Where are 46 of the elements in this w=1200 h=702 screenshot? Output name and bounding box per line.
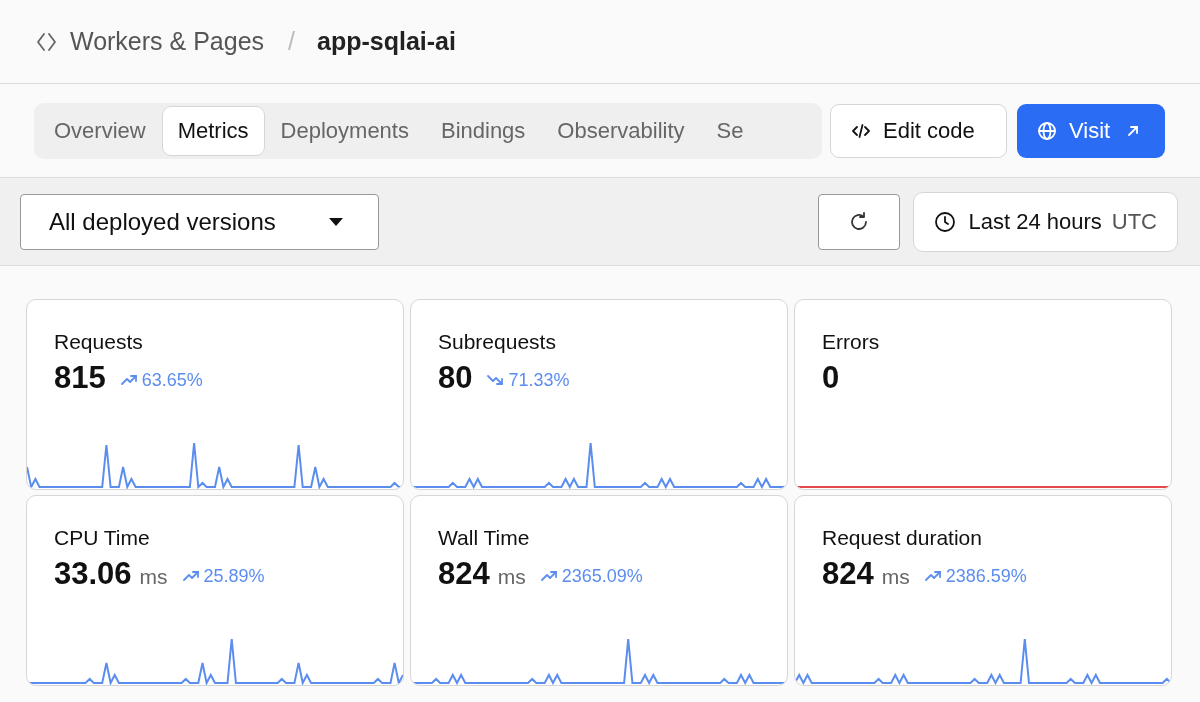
external-link-icon: [1126, 123, 1141, 138]
metric-value: 824: [822, 556, 874, 592]
breadcrumb-separator: /: [288, 27, 295, 56]
trend-up-icon: [181, 568, 200, 584]
metric-value: 824: [438, 556, 490, 592]
tab[interactable]: Deployments: [264, 105, 425, 156]
metric-title: Subrequests: [438, 330, 557, 354]
clock-icon: [934, 210, 957, 233]
refresh-button[interactable]: [818, 193, 901, 250]
metric-title: Wall Time: [438, 526, 531, 550]
metric-change: 71.33%: [486, 369, 570, 391]
page-title: app-sqlai-ai: [317, 27, 456, 56]
trend-up-icon: [539, 568, 558, 584]
breadcrumb-link[interactable]: Workers & Pages: [70, 27, 265, 56]
edit-code-button[interactable]: Edit code: [830, 103, 1007, 158]
timezone-label: UTC: [1111, 208, 1157, 235]
tab[interactable]: Observability: [541, 105, 701, 156]
metric-value: 0: [822, 360, 840, 396]
tab[interactable]: Metrics: [161, 105, 265, 156]
metric-title: CPU Time: [54, 526, 151, 550]
trend-up-icon: [119, 372, 138, 388]
tab[interactable]: Se: [700, 105, 760, 156]
workers-logo-icon: [36, 30, 58, 53]
trend-up-icon: [923, 568, 942, 584]
metric-title: Errors: [822, 330, 881, 354]
metric-unit: ms: [881, 565, 910, 589]
time-range-label: Last 24 hours: [968, 208, 1102, 235]
metric-value: 33.06: [54, 556, 132, 592]
caret-icon: [328, 216, 344, 227]
metric-change: 25.89%: [181, 565, 265, 587]
metric-unit: ms: [497, 565, 526, 589]
metric-title: Requests: [54, 330, 144, 354]
globe-icon: [1037, 120, 1057, 141]
metric-value: 80: [438, 360, 473, 396]
metric-change: 2365.09%: [539, 565, 643, 587]
time-range-button[interactable]: Last 24 hours UTC: [913, 191, 1178, 252]
metric-change: 63.65%: [119, 369, 203, 391]
tab[interactable]: Bindings: [424, 105, 542, 156]
metric-value: 815: [54, 360, 106, 396]
metric-title: Request duration: [822, 526, 983, 550]
trend-down-icon: [486, 372, 505, 388]
tab[interactable]: Overview: [38, 105, 162, 156]
versions-dropdown[interactable]: All deployed versions: [20, 193, 379, 250]
visit-button[interactable]: Visit: [1017, 103, 1165, 158]
metric-unit: ms: [139, 565, 168, 589]
metric-change: 2386.59%: [923, 565, 1027, 587]
